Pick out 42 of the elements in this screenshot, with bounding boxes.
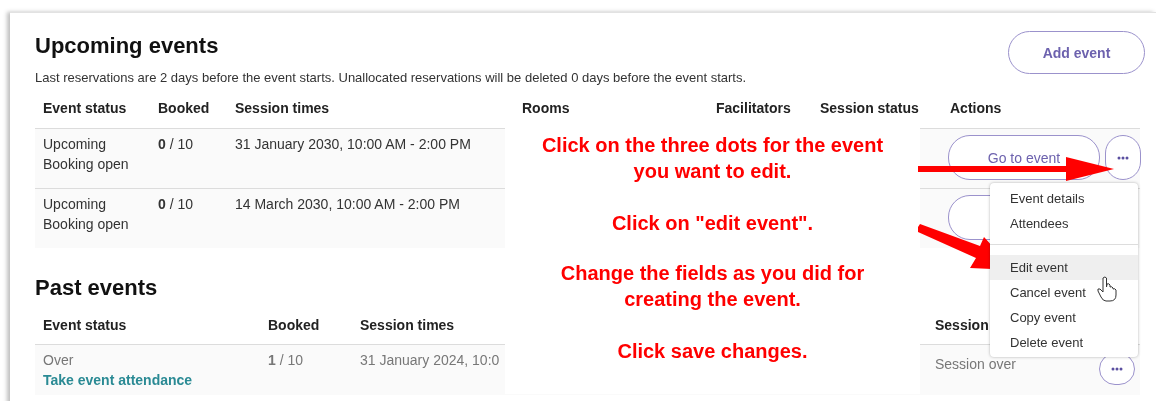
menu-item[interactable]: Copy event [990, 305, 1138, 330]
attendance-link[interactable]: Take event attendance [43, 370, 260, 390]
hand-cursor-icon [1097, 276, 1117, 302]
menu-item[interactable]: Delete event [990, 330, 1138, 355]
column-header: Event status [43, 99, 127, 116]
session-time: 31 January 2030, 10:00 AM - 2:00 PM [235, 136, 471, 152]
column-header: Event status [43, 317, 127, 333]
instruction-text: Click save changes. [617, 339, 808, 364]
menu-item[interactable]: Edit event [990, 255, 1138, 280]
status-text: Upcoming [43, 135, 108, 154]
column-header: Rooms [522, 99, 570, 116]
column-header: Session [935, 317, 989, 333]
more-button[interactable] [1105, 135, 1141, 180]
status-text: Upcoming [43, 195, 108, 214]
session-status: Session over [935, 355, 1016, 374]
column-header: Actions [950, 99, 1002, 116]
instruction-text: Click on "edit event". [611, 211, 814, 236]
instruction-text: Change the fields as you did for creating the event. [559, 261, 866, 312]
column-header: Session status [820, 99, 919, 116]
column-header: Booked [158, 99, 210, 116]
section-title: Upcoming events [35, 32, 219, 60]
description-text: Last reservations are 2 days before the event starts. Unallocated reservations will be deleted 0 days before the event starts. [35, 70, 747, 86]
menu-item[interactable]: Cancel event [990, 280, 1138, 305]
more-icon [1111, 367, 1123, 371]
status-text: Booking open [43, 215, 130, 234]
more-icon [1117, 155, 1129, 160]
menu-item[interactable]: Event details [990, 186, 1138, 211]
booked-count: 1 / 10 [268, 352, 304, 368]
status-text: Over [43, 351, 75, 370]
instruction-text: Click on the three dots for the event you want to edit. [540, 133, 885, 184]
add-event-button[interactable]: Add event [1008, 31, 1145, 74]
menu-item[interactable]: Attendees [990, 211, 1138, 236]
session-time: 31 January 2024, 10:0 [360, 352, 500, 368]
section-title: Past events [35, 274, 158, 302]
column-header: Session times [360, 317, 455, 333]
session-time: 14 March 2030, 10:00 AM - 2:00 PM [235, 196, 460, 212]
booked-count: 0 / 10 [158, 196, 194, 212]
column-header: Facilitators [716, 99, 791, 116]
booked-count: 0 / 10 [158, 136, 194, 152]
status-text: Booking open [43, 155, 130, 174]
column-header: Booked [268, 317, 320, 333]
column-header: Session times [235, 99, 330, 116]
